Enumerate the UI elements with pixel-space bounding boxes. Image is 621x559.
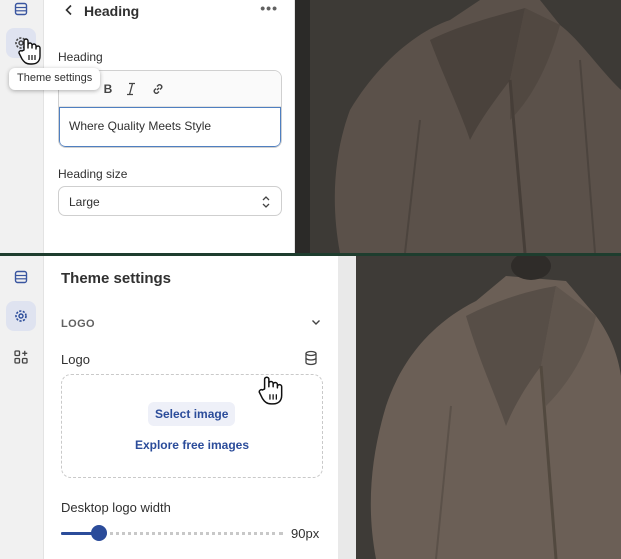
panel-title: Heading — [84, 3, 140, 19]
apps-icon — [14, 350, 28, 364]
link-icon — [153, 84, 163, 94]
hand-cursor-icon — [258, 376, 283, 405]
section-label: LOGO — [61, 318, 95, 330]
italic-icon — [127, 82, 135, 96]
sections-nav-button[interactable] — [6, 262, 36, 292]
more-icon[interactable]: ••• — [260, 0, 278, 16]
top-preview-image — [310, 0, 621, 253]
desktop-logo-width-value: 90px — [291, 526, 320, 541]
heading-settings-panel: Heading ••• Heading B Where Quality Meet… — [44, 0, 295, 253]
back-button[interactable] — [60, 1, 78, 19]
bottom-preview-image — [356, 256, 621, 559]
page-title: Theme settings — [61, 270, 172, 287]
sections-icon — [14, 2, 28, 16]
theme-settings-nav-button[interactable] — [6, 301, 36, 331]
heading-size-label: Heading size — [58, 167, 128, 181]
bold-button[interactable]: B — [99, 80, 117, 98]
logo-section-header[interactable]: LOGO — [61, 314, 324, 332]
gear-icon — [15, 310, 27, 322]
desktop-logo-width-label: Desktop logo width — [61, 500, 171, 515]
back-chevron-icon — [65, 4, 72, 16]
desktop-logo-width-slider[interactable] — [61, 525, 283, 541]
italic-button[interactable] — [122, 80, 140, 98]
coat-photo — [310, 0, 621, 253]
slider-thumb[interactable] — [91, 525, 107, 541]
theme-settings-tooltip: Theme settings — [9, 68, 101, 90]
heading-text-input[interactable]: Where Quality Meets Style — [59, 106, 281, 147]
top-frame: Heading ••• Heading B Where Quality Meet… — [0, 0, 621, 253]
heading-size-select[interactable]: Large — [58, 186, 282, 216]
sections-icon — [14, 270, 28, 284]
bottom-frame: Theme settings LOGO Logo Select image Ex… — [0, 256, 621, 559]
select-image-button[interactable]: Select image — [148, 402, 236, 426]
apps-nav-button[interactable] — [6, 342, 36, 372]
link-button[interactable] — [149, 80, 167, 98]
chevron-down-icon — [312, 320, 320, 325]
database-icon[interactable] — [304, 350, 318, 366]
hand-cursor-icon — [18, 38, 41, 65]
panel-gutter — [338, 256, 356, 559]
heading-size-value: Large — [69, 195, 100, 209]
heading-field-label: Heading — [58, 50, 103, 64]
coat-photo — [356, 256, 621, 559]
bold-icon: B — [103, 82, 113, 96]
select-chevron-icon — [262, 196, 270, 208]
bottom-sidebar-rail — [0, 256, 44, 559]
logo-label: Logo — [61, 352, 90, 367]
theme-settings-panel: Theme settings LOGO Logo Select image Ex… — [44, 256, 338, 559]
explore-free-images-link[interactable]: Explore free images — [62, 438, 322, 452]
sections-nav-button[interactable] — [6, 0, 36, 24]
